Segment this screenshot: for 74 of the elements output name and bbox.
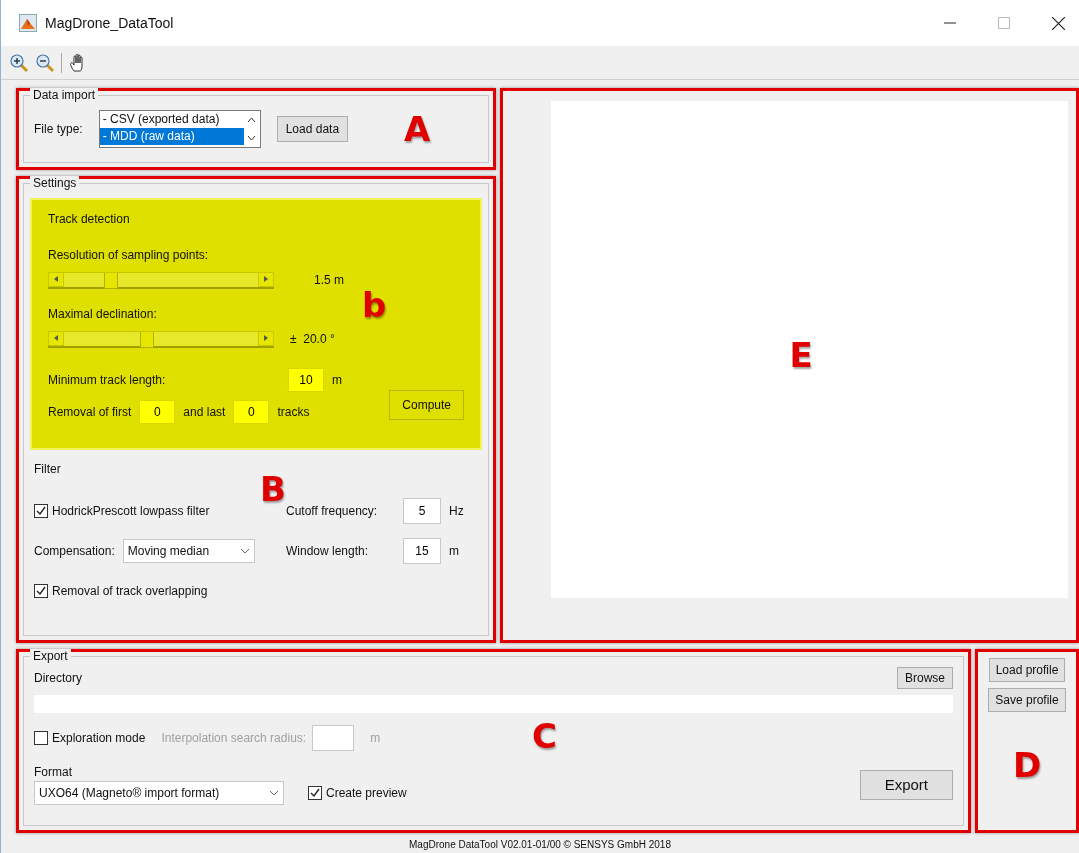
input-field[interactable]: 5 [403,498,441,524]
annotation-letter: A [404,112,431,146]
dropdown[interactable]: Moving median [122,539,255,563]
input-field[interactable]: 0 [233,400,270,424]
input-field[interactable]: 0 [139,400,176,424]
footer-text: MagDrone DataTool V02.01-01/00 © SENSYS GmbH 2018 [408,838,672,852]
right-arrow-icon [264,335,268,341]
field-label: Window length: [286,543,370,560]
caret-icon [239,548,250,554]
checkbox-label: Exploration mode [52,730,146,747]
slider-arrow-button[interactable] [48,271,64,287]
compute-button[interactable]: Compute [389,390,464,420]
profile-button[interactable]: Load profile [988,658,1066,682]
annotation-letter: b [362,288,387,322]
checkbox[interactable] [34,504,48,518]
scroll-up-icon[interactable] [247,117,257,123]
unit-label: m [332,372,342,389]
field-label: Cutoff frequency: [286,503,379,520]
zoom-out-icon[interactable] [35,52,55,73]
left-arrow-icon [54,276,58,282]
annotation-letter: C [532,719,557,753]
group-title: Export [30,649,71,663]
window-title: MagDrone_DataTool [45,13,174,33]
group-title: Settings [30,176,80,190]
slider-arrow-button[interactable] [258,330,274,346]
list-option[interactable]: - CSV (exported data) [99,111,244,128]
unit-label: m [449,543,459,560]
field-label: Directory [34,670,82,687]
section-title: Track detection [48,211,131,228]
profile-button[interactable]: Save profile [988,688,1066,712]
unit-label: m [370,730,381,747]
annotation-letter: E [789,338,813,373]
unit-label: tracks [277,404,310,421]
unit-label: Hz [449,503,464,520]
format-dropdown[interactable]: UXO64 (Magneto® import format) [34,781,284,805]
field-label: File type: [34,121,83,138]
left-arrow-icon [54,335,58,341]
checkbox[interactable] [308,786,322,800]
caret-icon [269,790,279,796]
annotation-letter: D [1012,748,1042,782]
list-option[interactable]: - MDD (raw data) [99,128,244,145]
group-title: Data import [30,88,99,102]
slider-label: Maximal declination: [48,306,158,323]
section-title: Filter [34,461,62,478]
checkbox-label: HodrickPrescott lowpass filter [52,503,210,520]
field-label: Format [34,764,73,781]
field-label: Interpolation search radius: [161,730,307,747]
slider-reading: 1.5 m [314,272,344,289]
app-icon [19,14,37,32]
checkbox-label: Create preview [326,785,407,802]
field-label: Removal of first [48,404,132,421]
file-type-listbox[interactable]: - CSV (exported data) - MDD (raw data) [98,110,261,148]
slider-thumb[interactable] [139,331,154,348]
export-button[interactable]: Export [859,770,953,800]
browse-button[interactable]: Browse [897,667,953,689]
slider-thumb[interactable] [103,272,118,289]
slider-arrow-button[interactable] [258,271,274,287]
field-label: Compensation: [34,543,115,560]
checkbox-label: Removal of track overlapping [52,583,208,600]
slider-label: Resolution of sampling points: [48,247,210,264]
scroll-down-icon[interactable] [247,135,257,141]
close-icon[interactable] [1052,16,1065,30]
field-label: Minimum track length: [48,372,167,389]
checkbox[interactable] [34,731,48,745]
input-field[interactable]: 10 [288,368,324,392]
right-arrow-icon [264,276,268,282]
checkbox[interactable] [34,584,48,598]
field-label: and last [183,404,226,421]
zoom-in-icon[interactable] [9,52,29,73]
annotation-letter: B [260,472,286,506]
load-data-button[interactable]: Load data [276,116,349,142]
slider-reading: ± 20.0 ° [290,331,335,348]
slider-arrow-button[interactable] [48,330,64,346]
input-field[interactable]: 15 [403,538,441,564]
